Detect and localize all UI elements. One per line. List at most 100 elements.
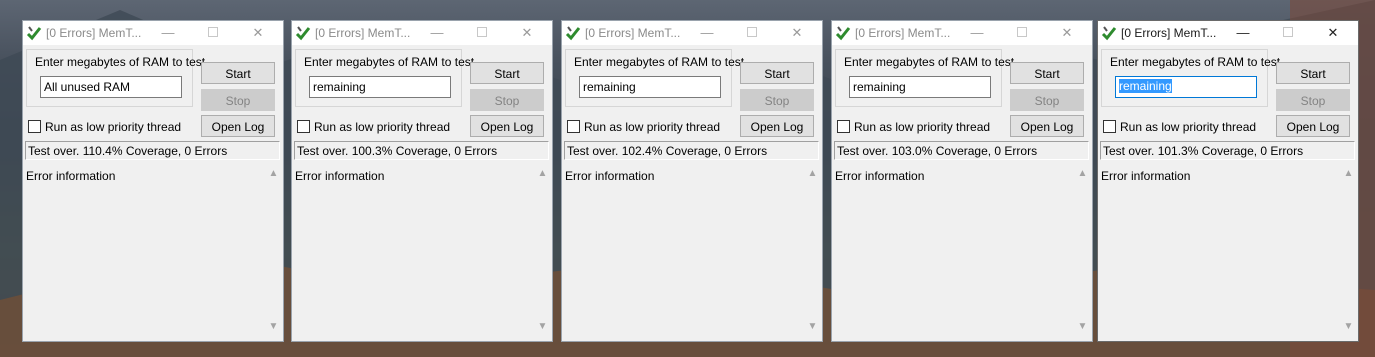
ram-group-label: Enter megabytes of RAM to test [844,55,1015,69]
window-title: [0 Errors] MemT... [315,26,411,40]
memtest-check-icon [835,26,851,41]
minimize-icon[interactable]: — [153,21,183,45]
checkbox-icon[interactable] [567,120,580,133]
title-bar[interactable]: [0 Errors] MemT... — ✕ [832,21,1092,45]
low-priority-checkbox[interactable]: Run as low priority thread [837,120,990,134]
scroll-down-icon[interactable]: ▼ [534,318,551,335]
error-info-area: Error information ▲ ▼ [833,164,1091,338]
low-priority-label: Run as low priority thread [584,120,721,134]
status-text: Test over. 101.3% Coverage, 0 Errors [1100,141,1355,160]
ram-group-label: Enter megabytes of RAM to test [1110,55,1281,69]
status-text: Test over. 103.0% Coverage, 0 Errors [834,141,1089,160]
status-text: Test over. 100.3% Coverage, 0 Errors [294,141,549,160]
open-log-button[interactable]: Open Log [740,115,814,137]
scroll-up-icon[interactable]: ▲ [1340,165,1357,182]
window-title: [0 Errors] MemT... [1121,26,1217,40]
open-log-button[interactable]: Open Log [201,115,275,137]
title-bar[interactable]: [0 Errors] MemT... — ✕ [23,21,283,45]
status-text: Test over. 102.4% Coverage, 0 Errors [564,141,819,160]
scroll-up-icon[interactable]: ▲ [1074,165,1091,182]
memtest-window-4: [0 Errors] MemT... — ✕ Enter megabytes o… [831,20,1093,342]
maximize-icon[interactable] [467,21,497,45]
ram-mb-input[interactable] [309,76,451,98]
minimize-icon[interactable]: — [962,21,992,45]
scroll-down-icon[interactable]: ▼ [1340,318,1357,335]
minimize-icon[interactable]: — [1228,21,1258,45]
ram-group-label: Enter megabytes of RAM to test [35,55,206,69]
minimize-icon[interactable]: — [692,21,722,45]
memtest-check-icon [26,26,42,41]
start-testing-button[interactable]: Start Testing [740,62,814,101]
vertical-scrollbar[interactable]: ▲ ▼ [1074,164,1091,338]
low-priority-checkbox[interactable]: Run as low priority thread [1103,120,1256,134]
start-testing-button[interactable]: Start Testing [201,62,275,101]
stop-testing-button[interactable]: Stop Testing [201,89,275,128]
low-priority-label: Run as low priority thread [314,120,451,134]
memtest-window-5: [0 Errors] MemT... — ✕ Enter megabytes o… [1097,20,1359,342]
low-priority-checkbox[interactable]: Run as low priority thread [297,120,450,134]
vertical-scrollbar[interactable]: ▲ ▼ [534,164,551,338]
scroll-down-icon[interactable]: ▼ [265,318,282,335]
start-testing-button[interactable]: Start Testing [1010,62,1084,101]
low-priority-label: Run as low priority thread [45,120,182,134]
scroll-down-icon[interactable]: ▼ [804,318,821,335]
start-testing-button[interactable]: Start Testing [1276,62,1350,101]
checkbox-icon[interactable] [28,120,41,133]
close-icon[interactable]: ✕ [1318,21,1348,45]
ram-mb-input[interactable] [40,76,182,98]
scroll-up-icon[interactable]: ▲ [804,165,821,182]
error-info-area: Error information ▲ ▼ [1099,164,1357,338]
maximize-icon[interactable] [198,21,228,45]
checkbox-icon[interactable] [297,120,310,133]
ram-mb-input[interactable] [579,76,721,98]
open-log-button[interactable]: Open Log [470,115,544,137]
checkbox-icon[interactable] [837,120,850,133]
open-log-button[interactable]: Open Log [1276,115,1350,137]
close-icon[interactable]: ✕ [782,21,812,45]
ram-group-label: Enter megabytes of RAM to test [574,55,745,69]
stop-testing-button[interactable]: Stop Testing [740,89,814,128]
title-bar[interactable]: [0 Errors] MemT... — ✕ [562,21,822,45]
memtest-window-1: [0 Errors] MemT... — ✕ Enter megabytes o… [22,20,284,342]
low-priority-checkbox[interactable]: Run as low priority thread [567,120,720,134]
title-bar[interactable]: [0 Errors] MemT... — ✕ [1098,21,1358,45]
memtest-check-icon [565,26,581,41]
window-title: [0 Errors] MemT... [855,26,951,40]
stop-testing-button[interactable]: Stop Testing [470,89,544,128]
memtest-check-icon [295,26,311,41]
maximize-icon[interactable] [1007,21,1037,45]
memtest-window-3: [0 Errors] MemT... — ✕ Enter megabytes o… [561,20,823,342]
maximize-icon[interactable] [737,21,767,45]
checkbox-icon[interactable] [1103,120,1116,133]
scroll-up-icon[interactable]: ▲ [265,165,282,182]
error-info-area: Error information ▲ ▼ [563,164,821,338]
scroll-down-icon[interactable]: ▼ [1074,318,1091,335]
error-info-label: Error information [835,169,925,183]
ram-mb-input[interactable]: remaining [1115,76,1257,98]
error-info-label: Error information [1101,169,1191,183]
maximize-icon[interactable] [1273,21,1303,45]
vertical-scrollbar[interactable]: ▲ ▼ [265,164,282,338]
window-title: [0 Errors] MemT... [46,26,142,40]
memtest-window-2: [0 Errors] MemT... — ✕ Enter megabytes o… [291,20,553,342]
error-info-area: Error information ▲ ▼ [24,164,282,338]
close-icon[interactable]: ✕ [1052,21,1082,45]
low-priority-checkbox[interactable]: Run as low priority thread [28,120,181,134]
title-bar[interactable]: [0 Errors] MemT... — ✕ [292,21,552,45]
stop-testing-button[interactable]: Stop Testing [1276,89,1350,128]
close-icon[interactable]: ✕ [243,21,273,45]
open-log-button[interactable]: Open Log [1010,115,1084,137]
window-title: [0 Errors] MemT... [585,26,681,40]
vertical-scrollbar[interactable]: ▲ ▼ [804,164,821,338]
vertical-scrollbar[interactable]: ▲ ▼ [1340,164,1357,338]
ram-mb-selected-text: remaining [1119,79,1172,93]
start-testing-button[interactable]: Start Testing [470,62,544,101]
stop-testing-button[interactable]: Stop Testing [1010,89,1084,128]
close-icon[interactable]: ✕ [512,21,542,45]
ram-mb-input[interactable] [849,76,991,98]
low-priority-label: Run as low priority thread [854,120,991,134]
minimize-icon[interactable]: — [422,21,452,45]
scroll-up-icon[interactable]: ▲ [534,165,551,182]
error-info-label: Error information [565,169,655,183]
error-info-label: Error information [26,169,116,183]
